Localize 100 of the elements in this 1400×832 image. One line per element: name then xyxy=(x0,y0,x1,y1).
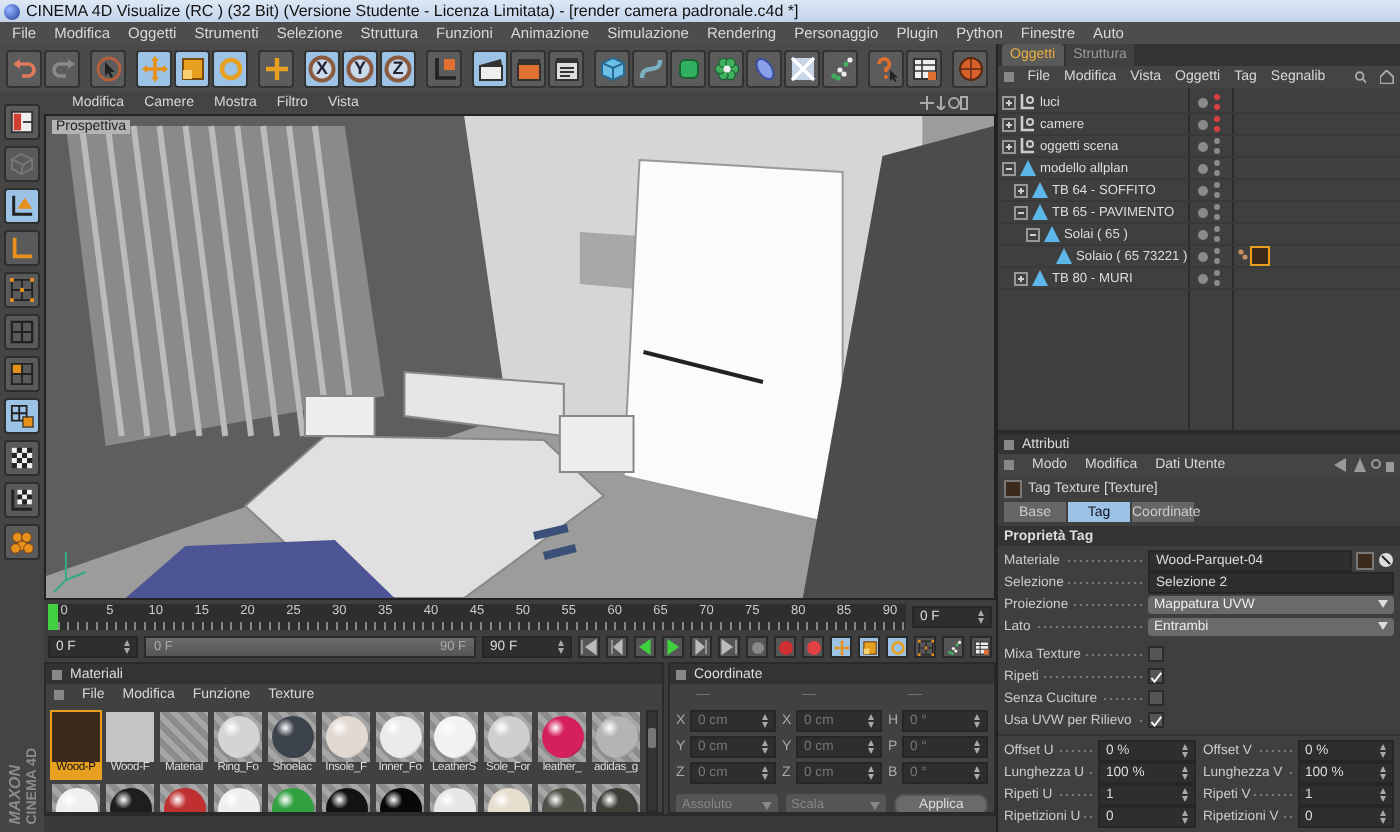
grid-points-icon xyxy=(917,639,933,655)
home-icon[interactable] xyxy=(1380,70,1394,84)
tool-button[interactable] xyxy=(822,49,858,87)
render-visibility-dots[interactable] xyxy=(1214,116,1220,132)
mode-button[interactable] xyxy=(4,440,40,476)
collapse-icon[interactable] xyxy=(1026,227,1040,241)
key-filter-button[interactable] xyxy=(970,636,992,658)
checkbox[interactable] xyxy=(1148,712,1164,728)
keyframe-button[interactable] xyxy=(746,636,768,658)
mode-button[interactable] xyxy=(4,482,40,518)
editor-visibility-dot[interactable] xyxy=(1198,97,1208,107)
spinner-arrows-icon xyxy=(1181,809,1187,823)
render-visibility-dots[interactable] xyxy=(1214,226,1220,242)
spinner-arrows-icon xyxy=(974,714,980,728)
editor-visibility-dot[interactable] xyxy=(1198,141,1208,151)
scale-square-icon xyxy=(179,55,205,81)
panel-grip-icon xyxy=(1004,439,1014,449)
expand-icon[interactable] xyxy=(1014,271,1028,285)
tool-button[interactable] xyxy=(594,49,630,87)
render-visibility-dots[interactable] xyxy=(1214,182,1220,198)
transport-button[interactable] xyxy=(718,636,740,658)
tool-button[interactable] xyxy=(136,49,172,87)
expand-icon[interactable] xyxy=(1014,183,1028,197)
pick-arrow-icon[interactable] xyxy=(1378,552,1394,568)
mode-button[interactable] xyxy=(4,272,40,308)
axis-lock-button[interactable]: Z xyxy=(380,49,416,87)
tool-button[interactable] xyxy=(258,49,294,87)
editor-visibility-dot[interactable] xyxy=(1198,119,1208,129)
key-icon xyxy=(749,639,765,655)
skip-end-icon xyxy=(720,638,738,656)
tool-button[interactable] xyxy=(632,49,668,87)
flower-icon xyxy=(713,55,739,81)
axis-lock-button[interactable]: X xyxy=(304,49,340,87)
editor-visibility-dot[interactable] xyxy=(1198,229,1208,239)
tool-button[interactable] xyxy=(174,49,210,87)
tool-button[interactable] xyxy=(212,49,248,87)
checker-icon xyxy=(10,446,34,470)
play-icon xyxy=(664,638,682,656)
transport-button[interactable] xyxy=(634,636,656,658)
scrollbar[interactable] xyxy=(646,710,658,812)
step-back-icon xyxy=(608,638,626,656)
render-visibility-dots[interactable] xyxy=(1214,138,1220,154)
nav-arrows-icon[interactable] xyxy=(1334,458,1394,472)
transport-button[interactable] xyxy=(662,636,684,658)
tool-button[interactable] xyxy=(784,49,820,87)
editor-visibility-dot[interactable] xyxy=(1198,251,1208,261)
key-filter-button[interactable] xyxy=(942,636,964,658)
cube-icon xyxy=(599,55,625,81)
render-visibility-dots[interactable] xyxy=(1214,94,1220,110)
expand-icon[interactable] xyxy=(1002,117,1016,131)
checkbox[interactable] xyxy=(1148,690,1164,706)
key-filter-button[interactable] xyxy=(830,636,852,658)
editor-visibility-dot[interactable] xyxy=(1198,163,1208,173)
render-visibility-dots[interactable] xyxy=(1214,160,1220,176)
editor-visibility-dot[interactable] xyxy=(1198,273,1208,283)
transport-button[interactable] xyxy=(578,636,600,658)
transport-button[interactable] xyxy=(690,636,712,658)
axis-lock-button[interactable]: Y xyxy=(342,49,378,87)
viewport-nav-icon[interactable] xyxy=(920,96,968,110)
grid-square-icon xyxy=(10,362,34,386)
spinner-arrows-icon xyxy=(1380,787,1386,801)
tool-button[interactable] xyxy=(708,49,744,87)
tool-button[interactable] xyxy=(548,49,584,87)
editor-visibility-dot[interactable] xyxy=(1198,185,1208,195)
mode-button[interactable] xyxy=(4,104,40,140)
axis-icon xyxy=(10,236,34,260)
expand-icon[interactable] xyxy=(1002,139,1016,153)
expand-icon[interactable] xyxy=(1002,95,1016,109)
render-visibility-dots[interactable] xyxy=(1214,204,1220,220)
key-filter-button[interactable] xyxy=(914,636,936,658)
collapse-icon[interactable] xyxy=(1002,161,1016,175)
mode-button[interactable] xyxy=(4,188,40,224)
checkbox[interactable] xyxy=(1148,668,1164,684)
dots-icon xyxy=(945,639,961,655)
search-icon[interactable] xyxy=(1353,70,1367,84)
render-visibility-dots[interactable] xyxy=(1214,248,1220,264)
tool-button[interactable] xyxy=(906,49,942,87)
mode-button[interactable] xyxy=(4,398,40,434)
checkbox[interactable] xyxy=(1148,646,1164,662)
editor-visibility-dot[interactable] xyxy=(1198,207,1208,217)
transport-button[interactable] xyxy=(606,636,628,658)
mode-button[interactable] xyxy=(4,356,40,392)
logo-brand: MAXON xyxy=(5,762,23,824)
spinner-arrows-icon xyxy=(762,766,768,780)
axis-triangle-icon xyxy=(10,194,34,218)
scrollbar-thumb[interactable] xyxy=(648,728,656,748)
axis-corner-icon xyxy=(431,55,457,81)
tool-button[interactable] xyxy=(746,49,782,87)
dropdown-caret-icon xyxy=(1378,600,1388,608)
tool-button[interactable] xyxy=(472,49,508,87)
render-visibility-dots[interactable] xyxy=(1214,270,1220,286)
autokey-button[interactable] xyxy=(802,636,824,658)
spinner-arrows-icon xyxy=(1380,743,1386,757)
key-filter-button[interactable] xyxy=(886,636,908,658)
key-filter-button[interactable] xyxy=(858,636,880,658)
collapse-icon[interactable] xyxy=(1014,205,1028,219)
skip-start-icon xyxy=(580,638,598,656)
clapperboard-icon xyxy=(553,55,579,81)
record-button[interactable] xyxy=(774,636,796,658)
texture-tag-icon[interactable] xyxy=(1238,246,1270,266)
